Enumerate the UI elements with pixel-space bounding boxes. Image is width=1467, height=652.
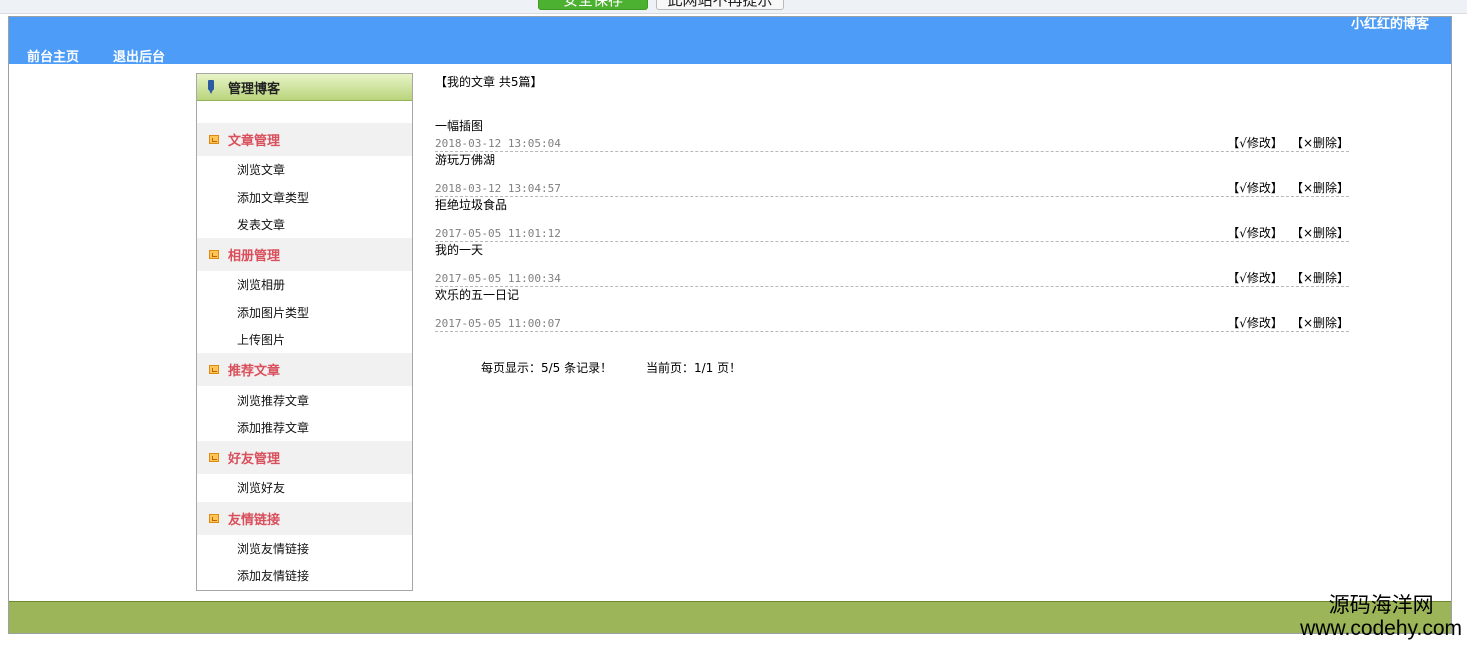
article-title-link[interactable]: 一幅插图: [435, 118, 1349, 135]
sidebar-item-browse-recommended[interactable]: 浏览推荐文章: [197, 386, 412, 413]
article-row: 游玩万佛湖 2018-03-12 13:04:57 【√修改】 【×删除】: [435, 152, 1349, 197]
article-date: 2018-03-12 13:05:04: [435, 137, 561, 150]
sidebar-item-publish-article[interactable]: 发表文章: [197, 211, 412, 238]
nav-logout-link[interactable]: 退出后台: [113, 46, 165, 65]
article-date: 2017-05-05 11:00:07: [435, 317, 561, 330]
article-actions: 【√修改】 【×删除】: [1227, 270, 1349, 286]
sidebar-item-browse-links[interactable]: 浏览友情链接: [197, 535, 412, 562]
sidebar-group-label: 文章管理: [228, 134, 281, 149]
save-password-button[interactable]: 安全保存: [538, 0, 648, 10]
article-actions: 【√修改】 【×删除】: [1227, 225, 1349, 241]
watermark-line2: www.codehy.com: [1300, 617, 1462, 641]
delete-button[interactable]: 【×删除】: [1291, 180, 1349, 196]
delete-button[interactable]: 【×删除】: [1291, 225, 1349, 241]
article-meta: 2017-05-05 11:00:07 【√修改】 【×删除】: [435, 315, 1349, 332]
article-date: 2017-05-05 11:00:34: [435, 272, 561, 285]
header: 小红红的博客 前台主页 退出后台: [9, 17, 1451, 65]
edit-button[interactable]: 【√修改】: [1227, 225, 1283, 241]
per-page-text: 每页显示：5/5 条记录！: [481, 361, 613, 375]
article-title-link[interactable]: 拒绝垃圾食品: [435, 197, 1349, 214]
chart-icon: [209, 513, 219, 523]
article-row: 我的一天 2017-05-05 11:00:34 【√修改】 【×删除】: [435, 242, 1349, 287]
article-meta: 2017-05-05 11:01:12 【√修改】 【×删除】: [435, 225, 1349, 242]
footer-bar: [9, 601, 1451, 633]
sidebar-title-label: 管理博客: [228, 81, 281, 97]
page-frame: 小红红的博客 前台主页 退出后台 管理博客 文章管理 浏览文章 添加文章类型 发…: [8, 16, 1452, 634]
edit-button[interactable]: 【√修改】: [1227, 180, 1283, 196]
sidebar-group-friends: 好友管理: [197, 441, 412, 475]
article-row: 欢乐的五一日记 2017-05-05 11:00:07 【√修改】 【×删除】: [435, 287, 1349, 332]
sidebar-group-label: 推荐文章: [228, 364, 281, 380]
article-title-link[interactable]: 游玩万佛湖: [435, 152, 1349, 169]
article-meta: 2018-03-12 13:04:57 【√修改】 【×删除】: [435, 180, 1349, 197]
delete-button[interactable]: 【×删除】: [1291, 315, 1349, 331]
chart-icon: [209, 453, 219, 463]
pagination-info: 每页显示：5/5 条记录！ 当前页：1/1 页！: [481, 359, 741, 376]
delete-button[interactable]: 【×删除】: [1291, 270, 1349, 286]
sidebar-item-add-image-type[interactable]: 添加图片类型: [197, 299, 412, 326]
never-remind-button[interactable]: 此网站不再提示: [656, 0, 784, 10]
article-actions: 【√修改】 【×删除】: [1227, 315, 1349, 331]
sidebar-group-label: 相册管理: [228, 249, 281, 265]
main-content: 【我的文章 共5篇】 一幅插图 2018-03-12 13:05:04 【√修改…: [435, 73, 1349, 375]
sidebar-item-browse-articles[interactable]: 浏览文章: [197, 156, 412, 183]
pencil-icon: [207, 80, 215, 94]
article-meta: 2018-03-12 13:05:04 【√修改】 【×删除】: [435, 135, 1349, 152]
article-title-link[interactable]: 欢乐的五一日记: [435, 287, 1349, 304]
article-row: 拒绝垃圾食品 2017-05-05 11:01:12 【√修改】 【×删除】: [435, 197, 1349, 242]
article-actions: 【√修改】 【×删除】: [1227, 180, 1349, 196]
sidebar-item-upload-image[interactable]: 上传图片: [197, 326, 412, 353]
blog-owner-label: 小红红的博客: [1350, 17, 1429, 32]
sidebar-group-label: 好友管理: [228, 452, 281, 468]
sidebar-item-add-recommended[interactable]: 添加推荐文章: [197, 414, 412, 441]
sidebar-title: 管理博客: [197, 74, 412, 101]
article-date: 2018-03-12 13:04:57: [435, 182, 561, 195]
current-page-text: 当前页：1/1 页！: [645, 361, 742, 375]
chart-icon: [209, 365, 219, 375]
chart-icon: [209, 250, 219, 260]
sidebar: 管理博客 文章管理 浏览文章 添加文章类型 发表文章 相册管理 浏览相册 添加图…: [196, 73, 413, 591]
article-row: 一幅插图 2018-03-12 13:05:04 【√修改】 【×删除】: [435, 118, 1349, 152]
watermark: 源码海洋网 www.codehy.com: [1300, 593, 1462, 641]
edit-button[interactable]: 【√修改】: [1227, 135, 1283, 151]
sidebar-group-label: 友情链接: [228, 512, 281, 528]
sidebar-item-browse-friends[interactable]: 浏览好友: [197, 474, 412, 501]
article-title-link[interactable]: 我的一天: [435, 242, 1349, 259]
password-save-bar: 安全保存 此网站不再提示: [0, 0, 1467, 14]
sidebar-group-links: 友情链接: [197, 501, 412, 535]
article-actions: 【√修改】 【×删除】: [1227, 135, 1349, 151]
nav-home-link[interactable]: 前台主页: [27, 46, 79, 65]
sidebar-item-add-link[interactable]: 添加友情链接: [197, 562, 412, 589]
sidebar-group-recommended: 推荐文章: [197, 353, 412, 387]
sidebar-group-articles: 文章管理: [197, 123, 412, 156]
watermark-line1: 源码海洋网: [1328, 593, 1434, 617]
top-nav: 前台主页 退出后台: [27, 46, 165, 65]
sidebar-group-albums: 相册管理: [197, 238, 412, 272]
sidebar-item-browse-albums[interactable]: 浏览相册: [197, 271, 412, 298]
edit-button[interactable]: 【√修改】: [1227, 315, 1283, 331]
article-meta: 2017-05-05 11:00:34 【√修改】 【×删除】: [435, 270, 1349, 287]
chart-icon: [209, 135, 219, 144]
article-date: 2017-05-05 11:01:12: [435, 227, 561, 240]
sidebar-item-add-article-type[interactable]: 添加文章类型: [197, 183, 412, 210]
delete-button[interactable]: 【×删除】: [1291, 135, 1349, 151]
article-count-title: 【我的文章 共5篇】: [435, 75, 543, 89]
edit-button[interactable]: 【√修改】: [1227, 270, 1283, 286]
